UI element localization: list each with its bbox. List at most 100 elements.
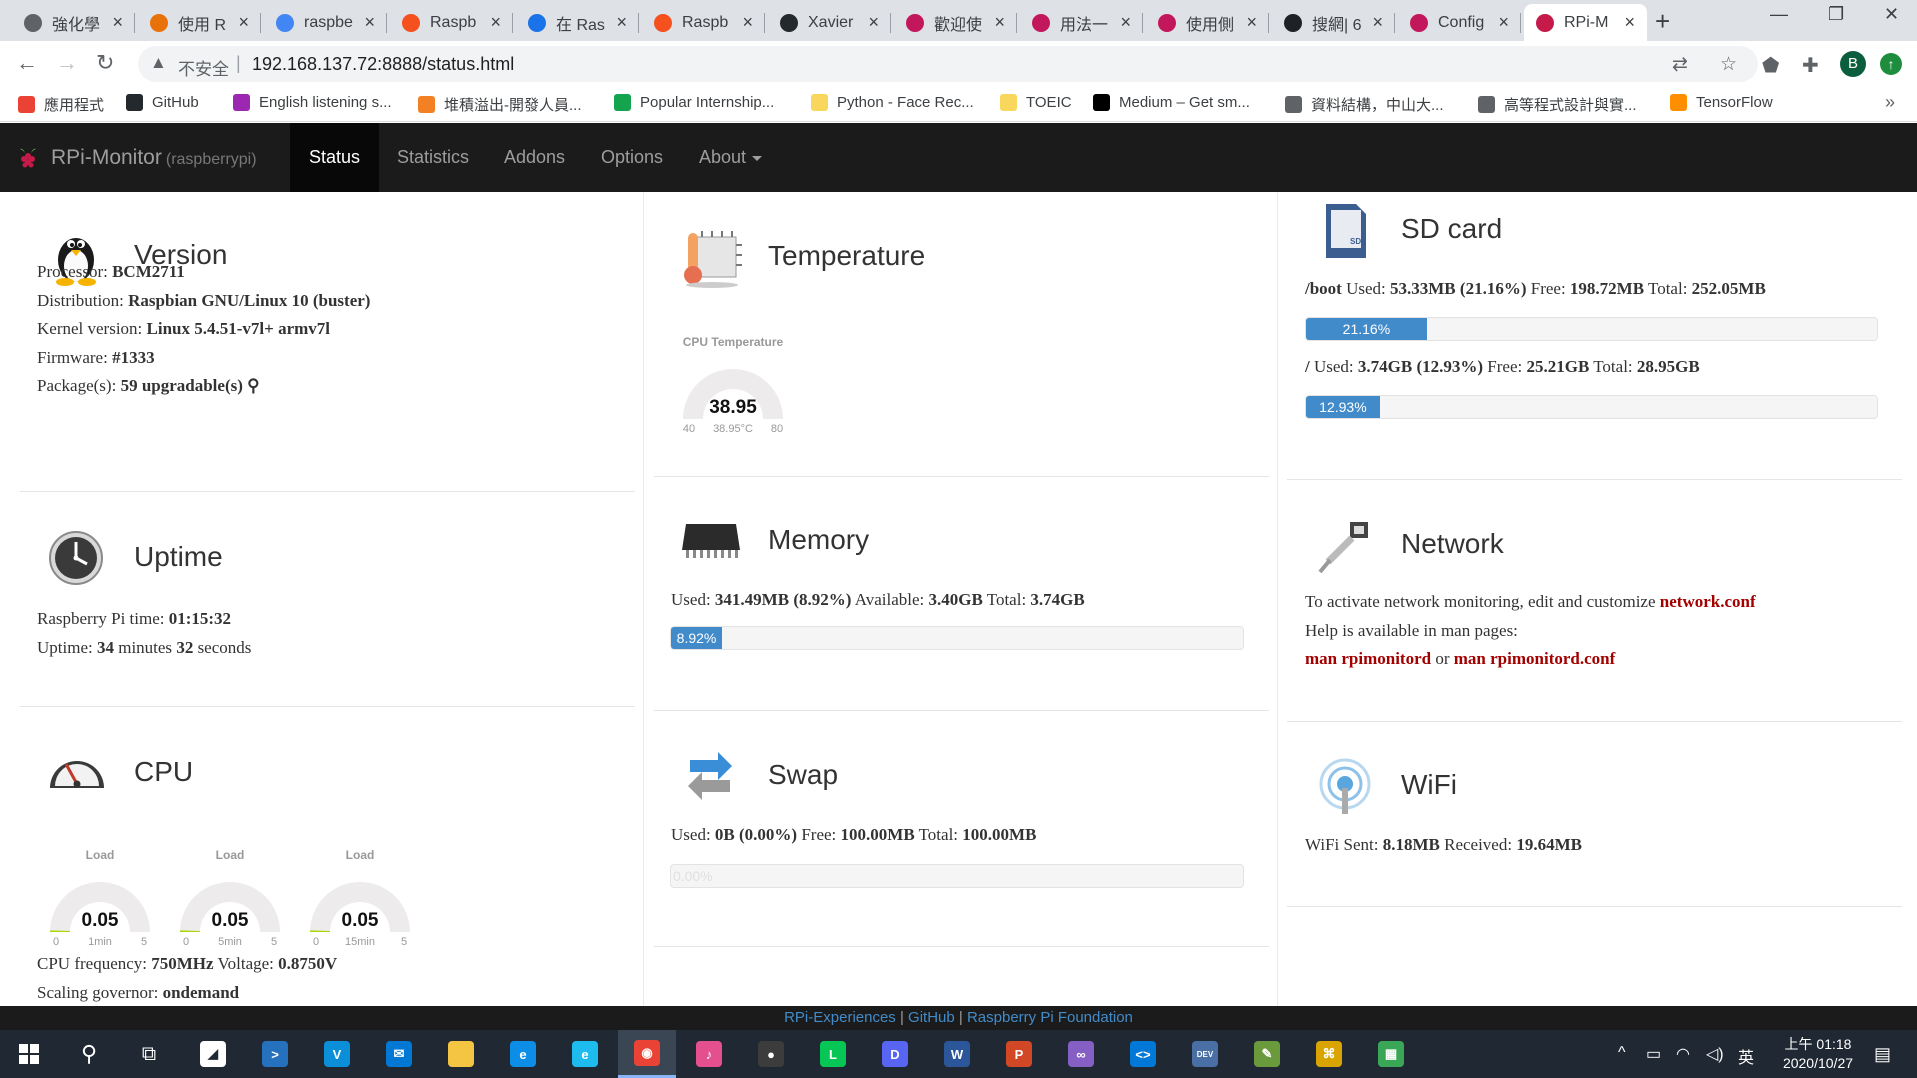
close-tab-icon[interactable]: ×	[364, 12, 375, 33]
close-tab-icon[interactable]: ×	[1372, 12, 1383, 33]
url-text[interactable]: 192.168.137.72:8888/status.html	[252, 54, 514, 75]
bookmark-item[interactable]: 資料結構，中山大...	[1285, 94, 1444, 115]
vscode-app[interactable]: <>	[1114, 1030, 1172, 1078]
bookmark-item[interactable]: Python - Face Rec...	[811, 94, 974, 111]
powershell-app[interactable]: >	[246, 1030, 304, 1078]
browser-tab[interactable]: 歡迎使 ×	[894, 4, 1017, 41]
footer-link-rpi-experiences[interactable]: RPi-Experiences	[784, 1009, 896, 1026]
man-rpimonitord-conf-link[interactable]: man rpimonitord.conf	[1454, 649, 1616, 668]
wifi-tray-icon[interactable]: ◠	[1676, 1044, 1690, 1064]
man-rpimonitord-link[interactable]: man rpimonitord	[1305, 649, 1431, 668]
bookmark-item[interactable]: 應用程式	[18, 94, 104, 115]
close-tab-icon[interactable]: ×	[1498, 12, 1509, 33]
bookmark-item[interactable]: Popular Internship...	[614, 94, 774, 111]
bookmark-item[interactable]: Medium – Get sm...	[1093, 94, 1250, 111]
network-conf-link[interactable]: network.conf	[1660, 592, 1756, 611]
bookmark-item[interactable]: TensorFlow	[1670, 94, 1773, 111]
word-app[interactable]: W	[928, 1030, 986, 1078]
explorer-app[interactable]	[432, 1030, 490, 1078]
mail-app[interactable]: ✉	[370, 1030, 428, 1078]
minimize-button[interactable]: —	[1770, 4, 1788, 25]
line-app[interactable]: L	[804, 1030, 862, 1078]
not-secure-label[interactable]: 不安全	[178, 55, 229, 80]
bookmarks-overflow-icon[interactable]: »	[1885, 92, 1895, 113]
extensions-icon[interactable]: ✚	[1802, 53, 1819, 78]
store-app[interactable]: ▦	[1362, 1030, 1420, 1078]
powerpoint-app[interactable]: P	[990, 1030, 1048, 1078]
battery-icon[interactable]: ▭	[1646, 1044, 1661, 1064]
nav-options[interactable]: Options	[582, 123, 682, 192]
close-tab-icon[interactable]: ×	[1120, 12, 1131, 33]
close-tab-icon[interactable]: ×	[994, 12, 1005, 33]
chrome-app[interactable]: ◉	[618, 1030, 676, 1078]
bookmark-item[interactable]: 高等程式設計與實...	[1478, 94, 1637, 115]
clock-date[interactable]: 2020/10/27	[1770, 1055, 1866, 1071]
update-icon[interactable]: ↑	[1880, 53, 1902, 75]
close-tab-icon[interactable]: ×	[868, 12, 879, 33]
warning-icon[interactable]: ▲	[150, 53, 167, 73]
close-tab-icon[interactable]: ×	[1624, 12, 1635, 33]
notification-icon[interactable]: ▤	[1874, 1044, 1891, 1065]
bookmark-item[interactable]: TOEIC	[1000, 94, 1072, 111]
ie-app[interactable]: e	[556, 1030, 614, 1078]
network-tool-app[interactable]: ⌘	[1300, 1030, 1358, 1078]
close-tab-icon[interactable]: ×	[742, 12, 753, 33]
search-icon[interactable]: ⚲	[247, 376, 259, 395]
close-tab-icon[interactable]: ×	[490, 12, 501, 33]
browser-tab[interactable]: 在 Ras ×	[516, 4, 639, 41]
nav-statistics[interactable]: Statistics	[378, 123, 488, 192]
nav-addons[interactable]: Addons	[485, 123, 584, 192]
shield-extension-icon[interactable]: ⬟	[1762, 53, 1779, 78]
profile-avatar[interactable]: B	[1840, 51, 1866, 77]
vnc-app[interactable]: V	[308, 1030, 366, 1078]
translate-icon[interactable]: ⇄	[1672, 53, 1688, 76]
discord-app[interactable]: D	[866, 1030, 924, 1078]
edge-app[interactable]: e	[494, 1030, 552, 1078]
browser-tab[interactable]: raspbe ×	[264, 4, 387, 41]
browser-tab[interactable]: RPi-M ×	[1524, 4, 1647, 41]
back-icon[interactable]: ←	[16, 50, 38, 76]
browser-tab[interactable]: 用法一 ×	[1020, 4, 1143, 41]
browser-tab[interactable]: Xavier ×	[768, 4, 891, 41]
obs-app[interactable]: ●	[742, 1030, 800, 1078]
nav-about[interactable]: About	[680, 123, 781, 192]
browser-tab[interactable]: Raspb ×	[390, 4, 513, 41]
browser-tab[interactable]: Raspb ×	[642, 4, 765, 41]
clock-time[interactable]: 上午 01:18	[1770, 1034, 1866, 1054]
bookmark-star-icon[interactable]: ☆	[1720, 53, 1737, 76]
volume-icon[interactable]: ◁)	[1706, 1044, 1724, 1064]
close-tab-icon[interactable]: ×	[112, 12, 123, 33]
close-tab-icon[interactable]: ×	[616, 12, 627, 33]
bookmark-item[interactable]: English listening s...	[233, 94, 392, 111]
nav-status[interactable]: Status	[290, 123, 380, 192]
new-tab-button[interactable]: +	[1655, 6, 1670, 37]
browser-tab[interactable]: 使用側 ×	[1146, 4, 1269, 41]
forward-icon[interactable]: →	[56, 50, 78, 76]
bookmark-item[interactable]: GitHub	[126, 94, 199, 111]
start-button[interactable]	[0, 1030, 58, 1078]
close-tab-icon[interactable]: ×	[238, 12, 249, 33]
browser-tab[interactable]: 強化學 ×	[12, 4, 135, 41]
footer-link-github[interactable]: GitHub	[908, 1009, 955, 1026]
itunes-app[interactable]: ♪	[680, 1030, 738, 1078]
notepad-app[interactable]: ✎	[1238, 1030, 1296, 1078]
browser-tab[interactable]: 搜網| 6 ×	[1272, 4, 1395, 41]
reload-icon[interactable]: ↻	[96, 50, 114, 76]
browser-tab[interactable]: Config ×	[1398, 4, 1521, 41]
browser-tab[interactable]: 使用 R ×	[138, 4, 261, 41]
devcpp-app[interactable]: DEV	[1176, 1030, 1234, 1078]
address-bar[interactable]: ▲ 不安全 | 192.168.137.72:8888/status.html …	[138, 46, 1758, 82]
brand-title[interactable]: RPi-Monitor (raspberrypi)	[51, 146, 257, 170]
visualstudio-app[interactable]: ∞	[1052, 1030, 1110, 1078]
tray-overflow-icon[interactable]: ^	[1618, 1044, 1626, 1062]
bookmark-item[interactable]: 堆積溢出-開發人員...	[418, 94, 582, 115]
cortana-app[interactable]: ◢	[184, 1030, 242, 1078]
ime-indicator[interactable]: 英	[1738, 1044, 1754, 1068]
task-view-button[interactable]: ⧉	[120, 1030, 178, 1078]
close-tab-icon[interactable]: ×	[1246, 12, 1257, 33]
close-window-button[interactable]: ✕	[1884, 4, 1899, 25]
footer-link-raspberry-pi-foundation[interactable]: Raspberry Pi Foundation	[967, 1009, 1133, 1026]
search-button[interactable]: ⚲	[60, 1030, 118, 1078]
boot-progress-bar: 21.16%	[1305, 317, 1878, 341]
restore-button[interactable]: ❐	[1828, 4, 1844, 25]
